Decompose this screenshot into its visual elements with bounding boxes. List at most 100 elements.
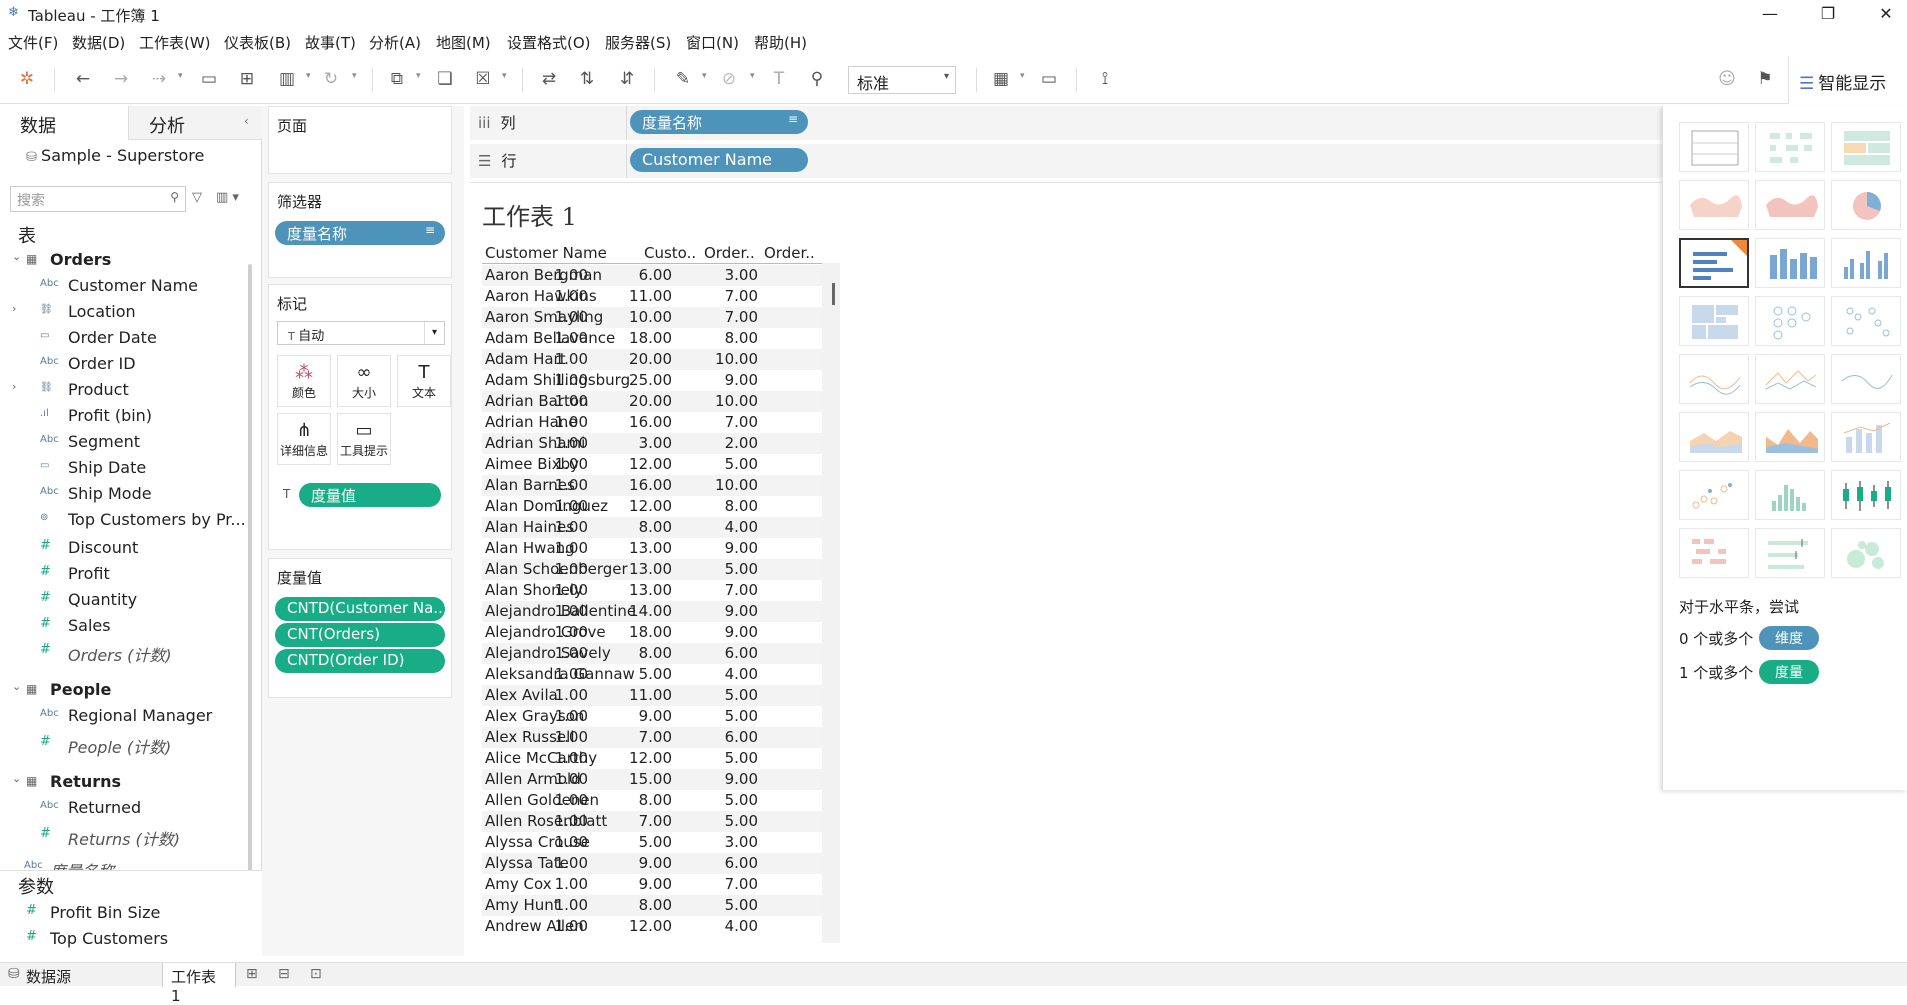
chart-type-circle-views[interactable] xyxy=(1755,296,1825,346)
table-row[interactable]: Alex Avila 1.00 11.00 5.00 xyxy=(482,685,822,706)
table-row[interactable]: Alan Shonely 1.00 13.00 7.00 xyxy=(482,580,822,601)
table-row[interactable]: Adrian Barton 1.00 20.00 10.00 xyxy=(482,391,822,412)
header-order-2[interactable]: Order.. xyxy=(764,244,815,262)
table-orders[interactable]: ⌄ ▦ Orders xyxy=(0,250,240,272)
table-row[interactable]: Aaron Hawkins 1.00 11.00 7.00 xyxy=(482,286,822,307)
field-customer-name[interactable]: Abc Customer Name xyxy=(0,276,240,298)
chart-type-side-by-side-circles[interactable] xyxy=(1831,296,1901,346)
field-order-date[interactable]: ▭ Order Date xyxy=(0,328,240,350)
rows-shelf[interactable]: ☰ 行 Customer Name xyxy=(470,144,1666,178)
field-ship-mode[interactable]: Abc Ship Mode xyxy=(0,484,240,506)
data-pane-scrollbar[interactable] xyxy=(248,264,252,874)
new-story-icon[interactable]: ⊡ xyxy=(310,966,322,982)
undo-icon[interactable]: ← xyxy=(72,68,94,90)
measure-pill-cntd-order-id[interactable]: CNTD(Order ID) xyxy=(275,649,445,673)
chevron-down-icon[interactable]: ▾ xyxy=(416,71,421,81)
menu-help[interactable]: 帮助(H) xyxy=(754,32,807,53)
table-row[interactable]: Amy Cox 1.00 9.00 7.00 xyxy=(482,874,822,895)
table-row[interactable]: Alan Schoenberger 1.00 13.00 5.00 xyxy=(482,559,822,580)
search-input[interactable]: 搜索 ⚲ xyxy=(10,186,186,212)
filter-icon[interactable]: ▽ xyxy=(192,190,202,205)
tab-datasource[interactable]: 数据源 xyxy=(18,963,79,987)
filter-pill-measure-names[interactable]: 度量名称 ≡ xyxy=(275,221,445,245)
redo-icon[interactable]: → xyxy=(110,68,132,90)
chart-type-dual-combination[interactable] xyxy=(1831,412,1901,462)
chart-type-side-by-side-bars[interactable] xyxy=(1831,238,1901,288)
table-row[interactable]: Adrian Shami 1.00 3.00 2.00 xyxy=(482,433,822,454)
swap-icon[interactable]: ⇄ xyxy=(538,68,560,90)
menu-story[interactable]: 故事(T) xyxy=(305,32,356,53)
new-worksheet-icon[interactable]: ⊞ xyxy=(246,966,258,982)
worksheet-title[interactable]: 工作表 1 xyxy=(482,197,577,232)
show-cards-icon[interactable]: ▦ xyxy=(990,68,1012,90)
save-icon[interactable]: ▭ xyxy=(198,68,220,90)
share-icon[interactable]: ⟟ xyxy=(1094,68,1116,90)
measure-pill-cntd-customer[interactable]: CNTD(Customer Na.. xyxy=(275,597,445,621)
new-worksheet-icon[interactable]: ⧉ xyxy=(386,68,408,90)
chevron-down-icon[interactable]: ▾ xyxy=(1020,71,1025,81)
menu-map[interactable]: 地图(M) xyxy=(436,32,491,53)
table-row[interactable]: Alice McCarthy 1.00 12.00 5.00 xyxy=(482,748,822,769)
field-quantity[interactable]: # Quantity xyxy=(0,590,240,612)
smart-show-button[interactable]: ☰ 智能显示 xyxy=(1788,56,1907,104)
menu-file[interactable]: 文件(F) xyxy=(8,32,58,53)
color-button[interactable]: ⁂ 颜色 xyxy=(277,355,331,407)
format-icon[interactable]: ⚑ xyxy=(1754,68,1776,90)
table-row[interactable]: Alyssa Tate 1.00 9.00 6.00 xyxy=(482,853,822,874)
table-row[interactable]: Alejandro Savely 1.00 8.00 6.00 xyxy=(482,643,822,664)
chart-type-scatter-plot[interactable] xyxy=(1679,470,1749,520)
chart-type-discrete-lines[interactable] xyxy=(1755,354,1825,404)
highlight-icon[interactable]: ✎ xyxy=(672,68,694,90)
table-row[interactable]: Alex Russell 1.00 7.00 6.00 xyxy=(482,727,822,748)
chart-type-treemap[interactable] xyxy=(1679,296,1749,346)
chevron-down-icon[interactable]: ▾ xyxy=(702,71,707,81)
menu-server[interactable]: 服务器(S) xyxy=(605,32,671,53)
collapse-pane-icon[interactable]: ‹ xyxy=(244,114,249,128)
chart-type-continuous-lines[interactable] xyxy=(1679,354,1749,404)
field-sales[interactable]: # Sales xyxy=(0,616,240,638)
measure-pill-cnt-orders[interactable]: CNT(Orders) xyxy=(275,623,445,647)
table-row[interactable]: Aaron Smayling 1.00 10.00 7.00 xyxy=(482,307,822,328)
size-button[interactable]: ∞ 大小 xyxy=(337,355,391,407)
field-segment[interactable]: Abc Segment xyxy=(0,432,240,454)
minimize-button[interactable]: — xyxy=(1750,2,1790,26)
group-icon[interactable]: ⊘ xyxy=(718,68,740,90)
table-row[interactable]: Allen Armold 1.00 15.00 9.00 xyxy=(482,769,822,790)
text-button[interactable]: T 文本 xyxy=(397,355,451,407)
tableau-home-icon[interactable]: ✲ xyxy=(16,68,38,90)
table-row[interactable]: Aimee Bixby 1.00 12.00 5.00 xyxy=(482,454,822,475)
field-discount[interactable]: # Discount xyxy=(0,538,240,560)
crosstab-scroll-thumb[interactable] xyxy=(832,283,835,305)
view-options-icon[interactable]: ▥ ▾ xyxy=(216,190,239,205)
replay-icon[interactable]: ⇢ xyxy=(148,68,170,90)
pin-icon[interactable]: ⚲ xyxy=(806,68,828,90)
table-row[interactable]: Alex Grayson 1.00 9.00 5.00 xyxy=(482,706,822,727)
table-row[interactable]: Allen Goldenen 1.00 8.00 5.00 xyxy=(482,790,822,811)
chart-type-gantt[interactable] xyxy=(1679,528,1749,578)
chart-type-text-table[interactable] xyxy=(1679,122,1749,172)
table-row[interactable]: Alan Hwang 1.00 13.00 9.00 xyxy=(482,538,822,559)
table-row[interactable]: Adam Hart 1.00 20.00 10.00 xyxy=(482,349,822,370)
tooltip-button[interactable]: ▭ 工具提示 xyxy=(337,413,391,465)
table-row[interactable]: Alyssa Crouse 1.00 5.00 3.00 xyxy=(482,832,822,853)
table-row[interactable]: Aleksandra Gannaw.. 1.00 5.00 4.00 xyxy=(482,664,822,685)
chart-type-dual-lines[interactable] xyxy=(1831,354,1901,404)
header-order-1[interactable]: Order.. xyxy=(704,244,755,262)
tab-data[interactable]: 数据 xyxy=(0,106,128,140)
pause-update-icon[interactable]: ▥ xyxy=(276,68,298,90)
chevron-down-icon[interactable]: ▾ xyxy=(352,71,357,81)
field-profit-bin[interactable]: .ıl Profit (bin) xyxy=(0,406,240,428)
chart-type-histogram[interactable] xyxy=(1755,470,1825,520)
datasource-name[interactable]: ⛁ Sample - Superstore xyxy=(26,146,204,165)
field-profit[interactable]: # Profit xyxy=(0,564,240,586)
table-row[interactable]: Aaron Bergman 1.00 6.00 3.00 xyxy=(482,265,822,286)
duplicate-sheet-icon[interactable]: ❏ xyxy=(434,68,456,90)
chart-type-heat-map[interactable] xyxy=(1755,122,1825,172)
menu-data[interactable]: 数据(D) xyxy=(72,32,125,53)
header-custo[interactable]: Custo.. xyxy=(644,244,696,262)
maximize-button[interactable]: ❐ xyxy=(1808,2,1848,26)
field-measure-names[interactable]: Abc 度量名称 xyxy=(0,858,240,870)
chevron-down-icon[interactable]: ▾ xyxy=(178,71,183,81)
chevron-down-icon[interactable]: ⌄ xyxy=(12,680,21,693)
chart-type-filled-map[interactable] xyxy=(1755,180,1825,230)
